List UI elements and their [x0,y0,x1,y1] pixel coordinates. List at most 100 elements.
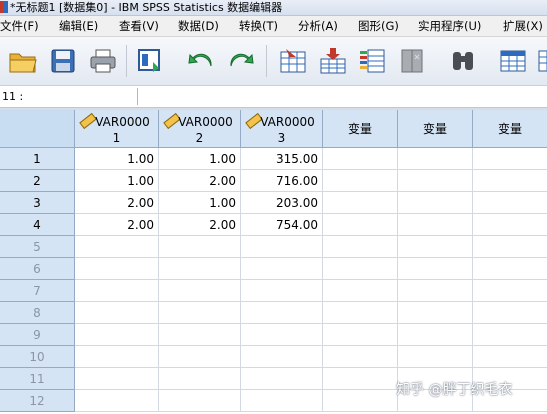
cell-value-editor[interactable] [140,88,540,105]
data-cell[interactable] [323,280,398,302]
column-header-var00003[interactable]: VAR0000 3 [241,110,323,148]
menu-transform[interactable]: 转换(T) [239,16,278,36]
data-cell[interactable] [398,236,473,258]
data-cell[interactable]: 203.00 [241,192,323,214]
data-cell[interactable] [159,368,241,390]
data-cell[interactable] [323,302,398,324]
column-header-empty-variable[interactable]: 变量 [323,110,398,148]
data-cell[interactable] [159,390,241,412]
data-cell[interactable]: 1.00 [159,148,241,170]
save-icon[interactable] [46,45,80,77]
grid-corner-cell[interactable] [0,110,75,148]
data-cell[interactable] [398,170,473,192]
find-icon[interactable] [446,45,480,77]
data-cell[interactable] [159,258,241,280]
row-header[interactable]: 5 [0,236,75,258]
undo-icon[interactable] [184,45,218,77]
data-cell[interactable]: 1.00 [75,148,159,170]
redo-icon[interactable] [224,45,258,77]
open-folder-icon[interactable] [6,45,40,77]
data-cell[interactable] [398,214,473,236]
data-cell[interactable]: 2.00 [159,214,241,236]
data-cell[interactable] [241,280,323,302]
menu-analyze[interactable]: 分析(A) [298,16,338,36]
data-cell[interactable] [241,346,323,368]
data-cell[interactable] [398,324,473,346]
row-header[interactable]: 12 [0,390,75,412]
data-cell[interactable]: 1.00 [75,170,159,192]
data-cell[interactable] [398,302,473,324]
data-cell[interactable] [398,148,473,170]
data-cell[interactable] [159,324,241,346]
insert-case-icon[interactable] [316,45,350,77]
data-cell[interactable] [473,192,547,214]
data-cell[interactable] [241,324,323,346]
data-cell[interactable] [75,368,159,390]
data-cell[interactable] [473,236,547,258]
data-cell[interactable] [323,368,398,390]
data-cell[interactable] [323,236,398,258]
data-cell[interactable]: 2.00 [75,214,159,236]
data-cell[interactable] [241,368,323,390]
data-cell[interactable] [75,346,159,368]
data-cell[interactable] [398,258,473,280]
menu-edit[interactable]: 编辑(E) [59,16,98,36]
data-cell[interactable] [473,258,547,280]
row-header[interactable]: 3 [0,192,75,214]
data-cell[interactable]: 716.00 [241,170,323,192]
data-cell[interactable]: 315.00 [241,148,323,170]
data-cell[interactable] [241,302,323,324]
data-cell[interactable]: 754.00 [241,214,323,236]
print-icon[interactable] [86,45,120,77]
row-header[interactable]: 4 [0,214,75,236]
data-cell[interactable] [398,280,473,302]
data-cell[interactable]: 2.00 [75,192,159,214]
row-header[interactable]: 11 [0,368,75,390]
column-header-var00001[interactable]: VAR0000 1 [75,110,159,148]
data-cell[interactable] [159,236,241,258]
menu-view[interactable]: 查看(V) [119,16,159,36]
data-cell[interactable] [473,280,547,302]
data-cell[interactable] [241,390,323,412]
insert-variable-icon[interactable] [356,45,390,77]
data-cell[interactable] [323,192,398,214]
column-header-empty-variable[interactable]: 变量 [473,110,547,148]
row-header[interactable]: 8 [0,302,75,324]
data-cell[interactable] [323,148,398,170]
data-cell[interactable] [398,346,473,368]
column-header-var00002[interactable]: VAR0000 2 [159,110,241,148]
data-cell[interactable] [473,170,547,192]
data-cell[interactable] [241,258,323,280]
data-cell[interactable] [323,170,398,192]
data-cell[interactable]: 1.00 [159,192,241,214]
row-header[interactable]: 1 [0,148,75,170]
data-cell[interactable] [473,346,547,368]
data-cell[interactable]: 2.00 [159,170,241,192]
row-header[interactable]: 10 [0,346,75,368]
row-header[interactable]: 9 [0,324,75,346]
data-cell[interactable] [473,148,547,170]
data-cell[interactable] [75,390,159,412]
data-cell[interactable] [323,346,398,368]
menu-data[interactable]: 数据(D) [178,16,219,36]
data-cell[interactable] [75,302,159,324]
column-header-empty-variable[interactable]: 变量 [398,110,473,148]
data-cell[interactable] [398,192,473,214]
data-cell[interactable] [473,302,547,324]
data-cell[interactable] [75,258,159,280]
data-cell[interactable] [75,236,159,258]
data-cell[interactable] [75,324,159,346]
grid-icon[interactable] [530,45,547,77]
data-cell[interactable] [241,236,323,258]
data-cell[interactable] [159,302,241,324]
value-labels-icon[interactable] [496,45,530,77]
data-cell[interactable] [159,280,241,302]
data-cell[interactable] [323,324,398,346]
dialog-recall-icon[interactable] [134,45,168,77]
menu-file[interactable]: 文件(F) [0,16,39,36]
data-cell[interactable] [75,280,159,302]
data-cell[interactable] [159,346,241,368]
menu-graphs[interactable]: 图形(G) [358,16,399,36]
row-header[interactable]: 2 [0,170,75,192]
data-cell[interactable] [323,214,398,236]
